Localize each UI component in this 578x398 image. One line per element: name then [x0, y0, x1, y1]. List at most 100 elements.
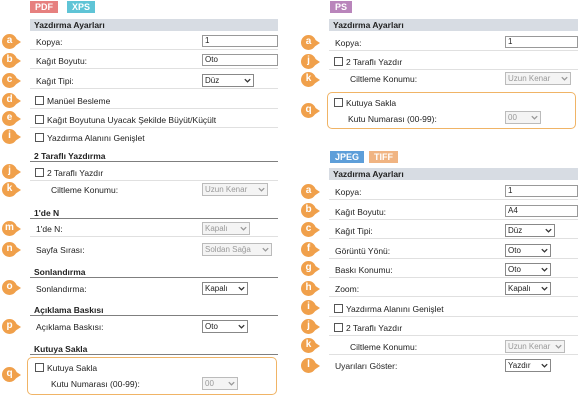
print-settings-header: Yazdırma Ayarları: [30, 19, 278, 31]
img-warnings-row: Uyarıları Göster: Yazdır: [329, 357, 578, 374]
ps-duplex-label: 2 Taraflı Yazdır: [346, 57, 403, 67]
callout-k: k: [301, 338, 320, 355]
ps-duplex-row: 2 Taraflı Yazdır: [329, 53, 578, 70]
annotation-row: Açıklama Baskısı: Oto: [30, 318, 278, 335]
img-zoom-select[interactable]: Kapalı: [505, 282, 551, 295]
paper-type-value: Düz: [205, 76, 220, 85]
chevron-down-icon: [555, 344, 562, 349]
copies-label: Kopya:: [36, 37, 63, 47]
finishing-row: Sonlandırma: Kapalı: [30, 280, 278, 297]
section-annotation: Açıklama Baskısı: [30, 305, 278, 316]
ps-tag: PS: [330, 1, 353, 13]
annotation-label: Açıklama Baskısı:: [36, 322, 104, 332]
finishing-label: Sonlandırma:: [36, 284, 87, 294]
img-paper-size-label: Kağıt Boyutu:: [335, 207, 387, 217]
chevron-down-icon: [545, 228, 552, 233]
paper-type-label: Kağıt Tipi:: [36, 76, 74, 86]
paper-size-input[interactable]: Oto: [202, 54, 278, 66]
mailbox-checkbox[interactable]: [35, 363, 44, 372]
nup-row: 1'de N: Kapalı: [30, 220, 278, 237]
paper-type-row: Kağıt Tipi: Düz: [30, 72, 278, 89]
binding-select[interactable]: Uzun Kenar: [202, 183, 268, 196]
callout-m: m: [2, 221, 21, 238]
finishing-select[interactable]: Kapalı: [202, 282, 248, 295]
box-number-value: 00: [205, 379, 214, 388]
img-binding-row: Ciltleme Konumu: Uzun Kenar: [329, 338, 578, 355]
chevron-down-icon: [541, 267, 548, 272]
img-duplex-checkbox[interactable]: [334, 323, 343, 332]
duplex-checkbox[interactable]: [35, 168, 44, 177]
ps-print-settings-header: Yazdırma Ayarları: [329, 19, 578, 31]
ps-binding-value: Uzun Kenar: [508, 74, 551, 83]
tiff-tag: TIFF: [369, 151, 398, 163]
img-orientation-select[interactable]: Oto: [505, 244, 551, 257]
callout-j: j: [301, 54, 320, 71]
copies-input[interactable]: 1: [202, 35, 278, 47]
section-duplex: 2 Taraflı Yazdırma: [30, 151, 278, 162]
pdf-tag: PDF: [30, 1, 58, 13]
section-mailbox: Kutuya Sakla: [30, 344, 278, 355]
callout-q: q: [301, 103, 320, 120]
img-paper-type-label: Kağıt Tipi:: [335, 226, 373, 236]
img-print-position-select[interactable]: Oto: [505, 263, 551, 276]
scale-to-paper-checkbox[interactable]: [35, 115, 44, 124]
callout-j: j: [2, 164, 21, 181]
ps-box-number-row: Kutu Numarası (00-99): 00: [329, 110, 573, 127]
annotation-value: Oto: [205, 322, 218, 331]
ps-box-number-select[interactable]: 00: [505, 111, 541, 124]
ps-mailbox-checkbox[interactable]: [334, 98, 343, 107]
img-print-position-row: Baskı Konumu: Oto: [329, 261, 578, 278]
img-enlarge-print-area-row: Yazdırma Alanını Genişlet: [329, 300, 578, 317]
jpeg-tag: JPEG: [330, 151, 365, 163]
chevron-down-icon: [238, 286, 245, 291]
callout-c: c: [301, 222, 320, 239]
mailbox-label: Kutuya Sakla: [47, 363, 98, 373]
enlarge-print-area-checkbox[interactable]: [35, 133, 44, 142]
box-number-row: Kutu Numarası (00-99): 00: [30, 375, 274, 392]
box-number-select[interactable]: 00: [202, 377, 238, 390]
img-paper-type-select[interactable]: Düz: [505, 224, 555, 237]
callout-a: a: [2, 34, 21, 51]
page-order-value: Soldan Sağa: [205, 245, 251, 254]
img-binding-select[interactable]: Uzun Kenar: [505, 340, 565, 353]
img-paper-type-row: Kağıt Tipi: Düz: [329, 222, 578, 239]
enlarge-print-area-label: Yazdırma Alanını Genişlet: [47, 133, 145, 143]
ps-binding-row: Ciltleme Konumu: Uzun Kenar: [329, 70, 578, 87]
page-order-select[interactable]: Soldan Sağa: [202, 243, 272, 256]
ps-copies-row: Kopya: 1: [329, 34, 578, 51]
callout-f: f: [301, 242, 320, 259]
duplex-row: 2 Taraflı Yazdır: [30, 164, 278, 181]
callout-i: i: [301, 300, 320, 317]
ps-binding-select[interactable]: Uzun Kenar: [505, 72, 571, 85]
manual-feed-row: Manüel Besleme: [30, 92, 278, 109]
section-nup: 1'de N: [30, 208, 278, 219]
callout-p: p: [2, 319, 21, 336]
nup-select[interactable]: Kapalı: [202, 222, 250, 235]
img-warnings-label: Uyarıları Göster:: [335, 361, 398, 371]
img-paper-size-input[interactable]: A4: [505, 205, 578, 217]
paper-type-select[interactable]: Düz: [202, 74, 254, 87]
callout-c: c: [2, 73, 21, 90]
img-duplex-row: 2 Taraflı Yazdır: [329, 319, 578, 336]
paper-size-label: Kağıt Boyutu:: [36, 56, 88, 66]
img-print-position-value: Oto: [508, 265, 521, 274]
img-warnings-value: Yazdır: [508, 361, 531, 370]
duplex-label: 2 Taraflı Yazdır: [47, 168, 104, 178]
callout-a: a: [301, 184, 320, 201]
callout-b: b: [2, 53, 21, 70]
ps-copies-input[interactable]: 1: [505, 36, 578, 48]
callout-i: i: [2, 129, 21, 146]
paper-size-row: Kağıt Boyutu: Oto: [30, 52, 278, 69]
annotation-select[interactable]: Oto: [202, 320, 248, 333]
nup-value: Kapalı: [205, 224, 228, 233]
img-warnings-select[interactable]: Yazdır: [505, 359, 551, 372]
callout-b: b: [301, 203, 320, 220]
nup-label: 1'de N:: [36, 224, 63, 234]
scale-to-paper-label: Kağıt Boyutuna Uyacak Şekilde Büyüt/Küçü…: [47, 115, 217, 125]
ps-duplex-checkbox[interactable]: [334, 57, 343, 66]
img-copies-input[interactable]: 1: [505, 185, 578, 197]
ps-mailbox-label: Kutuya Sakla: [346, 98, 397, 108]
manual-feed-checkbox[interactable]: [35, 96, 44, 105]
xps-tag: XPS: [67, 1, 96, 13]
img-enlarge-print-area-checkbox[interactable]: [334, 304, 343, 313]
